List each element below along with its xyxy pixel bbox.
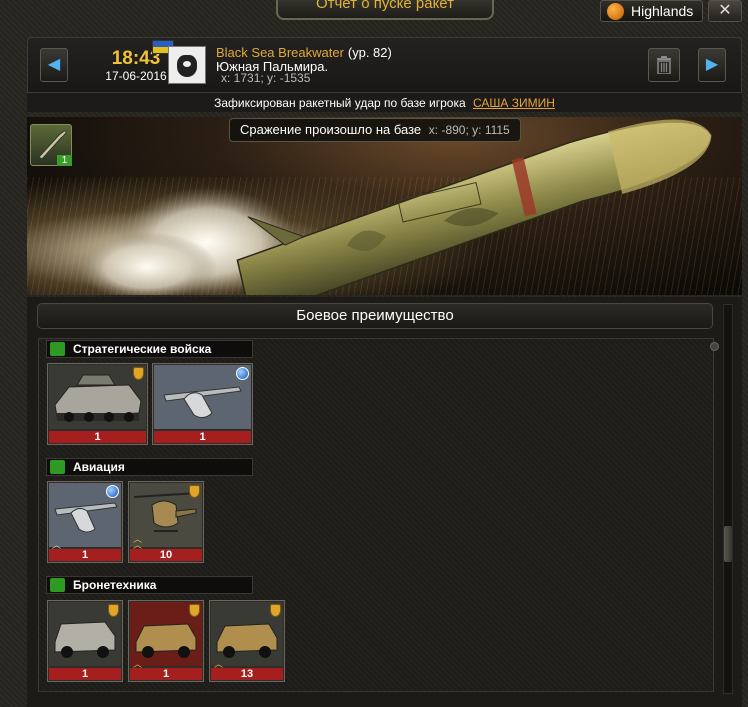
unit-card[interactable]: ︿ ︿ 10: [128, 481, 204, 563]
realm-button[interactable]: Highlands: [600, 0, 703, 22]
aviation-wings-icon: [50, 460, 65, 474]
unit-card[interactable]: 1: [152, 363, 253, 445]
report-content: Боевое преимущество Стратегические войск…: [27, 297, 742, 707]
rank-chevron-icon: ︿: [214, 659, 224, 669]
unit-card[interactable]: 1: [47, 600, 123, 682]
unit-card[interactable]: 1: [47, 363, 148, 445]
category-header-armored: Бронетехника: [46, 576, 253, 594]
battle-location-text: Сражение произошло на базе: [240, 122, 422, 137]
close-button[interactable]: ✕: [708, 0, 742, 22]
attacker-player-link[interactable]: САША ЗИМИН: [473, 96, 555, 110]
base-level: (ур. 82): [347, 45, 392, 60]
missile-count: 1: [57, 155, 72, 166]
tank-icon: [50, 578, 65, 592]
unit-count: 1: [130, 668, 202, 680]
missile-illustration: [77, 119, 713, 295]
scrollbar-thumb[interactable]: [724, 526, 732, 562]
category-header-aviation: Авиация: [46, 458, 253, 476]
delete-report-button[interactable]: [648, 48, 680, 82]
unit-count: 1: [49, 431, 146, 443]
rank-chevron-icon: ︿ ︿: [133, 534, 143, 550]
shield-badge-icon: [270, 604, 281, 617]
unit-card[interactable]: ︿ 13: [209, 600, 285, 682]
missile-icon[interactable]: 1: [30, 124, 72, 166]
unit-count: 1: [49, 549, 121, 561]
battle-location: Сражение произошло на базе x: -890; y: 1…: [229, 118, 521, 142]
base-name-link[interactable]: Black Sea Breakwater: [216, 45, 344, 60]
arrow-left-icon: ◀: [47, 56, 61, 73]
missile-banner: 1 Сражение произошло на базе x: -890; y:…: [27, 117, 742, 295]
rank-chevron-icon: ︿: [133, 659, 143, 669]
category-label: Бронетехника: [73, 578, 157, 592]
prev-report-button[interactable]: ◀: [40, 48, 68, 82]
globe-icon: [607, 3, 624, 20]
shield-badge-icon: [108, 604, 119, 617]
shield-badge-icon: [133, 367, 144, 380]
shield-badge-icon: [189, 485, 200, 498]
notice-text: Зафиксирован ракетный удар по базе игрок…: [214, 96, 466, 110]
battle-coords[interactable]: x: -890; y: 1115: [429, 123, 510, 137]
unit-card[interactable]: ︿ 1: [128, 600, 204, 682]
strike-notice: Зафиксирован ракетный удар по базе игрок…: [27, 92, 742, 112]
rank-chevron-icon: ︿: [52, 540, 62, 550]
window-title: Отчет о пуске ракет: [276, 0, 494, 20]
strategic-icon: [50, 342, 65, 356]
category-label: Авиация: [73, 460, 125, 474]
unit-count: 1: [154, 431, 251, 443]
realm-label: Highlands: [631, 3, 694, 19]
category-header-strategic: Стратегические войска: [46, 340, 253, 358]
unit-card[interactable]: ︿ 1: [47, 481, 123, 563]
base-name-line: Black Sea Breakwater (ур. 82): [216, 45, 392, 60]
section-title: Боевое преимущество: [37, 303, 713, 329]
unit-count: 1: [49, 668, 121, 680]
globe-badge-icon: [236, 367, 249, 380]
next-report-button[interactable]: ▶: [698, 48, 726, 82]
globe-badge-icon: [106, 485, 119, 498]
shield-badge-icon: [189, 604, 200, 617]
pin-icon: [710, 342, 719, 351]
trash-icon: [657, 56, 671, 74]
category-label: Стратегические войска: [73, 342, 212, 356]
player-avatar[interactable]: [168, 46, 206, 84]
window-frame: Отчет о пуске ракет Highlands ✕ ◀ 18:43 …: [0, 0, 748, 707]
armored-vehicle-image: [49, 365, 146, 429]
base-coords[interactable]: x: 1731; y: -1535: [221, 71, 310, 85]
arrow-right-icon: ▶: [705, 56, 719, 73]
unit-count: 10: [130, 549, 202, 561]
report-header: ◀ 18:43 17-06-2016 Black Sea Breakwater(…: [27, 37, 742, 95]
unit-count: 13: [211, 668, 283, 680]
scrollbar[interactable]: [723, 304, 733, 694]
units-panel: Стратегические войска 1 1 Авиация ︿ 1 ︿ …: [38, 338, 719, 692]
